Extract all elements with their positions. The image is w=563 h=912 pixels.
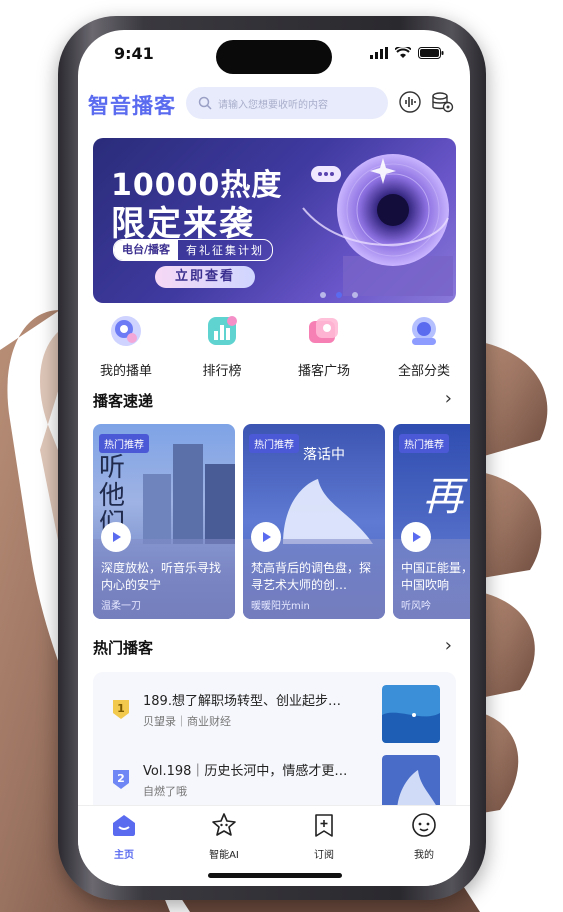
cellular-signal-icon (370, 47, 388, 59)
card-title: 中国正能量，新时代的中国吹响 (401, 561, 470, 592)
hot-podcast-list: 1 189.想了解职场转型、创业起步… 贝望录｜商业财经 2 Vol.198｜历… (93, 672, 456, 822)
quick-link-ranking[interactable]: 排行榜 (182, 314, 262, 379)
play-icon (413, 532, 421, 542)
tab-home[interactable]: 主页 (94, 812, 154, 861)
ranking-icon (208, 316, 237, 345)
tab-label: 订阅 (314, 850, 334, 861)
dynamic-island (216, 40, 332, 74)
storage-settings-icon[interactable] (430, 90, 454, 114)
rank-badge-silver: 2 (113, 770, 129, 789)
rank-number: 1 (117, 702, 125, 715)
quick-link-my-playlist[interactable]: 我的播单 (86, 314, 166, 379)
play-icon (113, 532, 121, 542)
podcast-subtitle: 贝望录｜商业财经 (143, 715, 231, 728)
wifi-icon (395, 47, 411, 58)
card-author: 听风吟 (401, 601, 431, 612)
banner-pagination (93, 292, 456, 298)
quick-link-label: 我的播单 (99, 364, 152, 379)
play-button[interactable] (251, 522, 281, 552)
chevron-right-icon[interactable]: › (445, 388, 452, 409)
rank-badge-gold: 1 (113, 700, 129, 719)
quick-link-label: 全部分类 (397, 364, 450, 379)
banner-tag: 电台/播客 有礼征集计划 (113, 239, 274, 261)
playlist-icon (111, 316, 141, 346)
card-cover-text: 再 (423, 474, 463, 520)
banner-view-button[interactable]: 立即查看 (155, 266, 255, 288)
quick-link-podcast-plaza[interactable]: 播客广场 (284, 314, 364, 379)
ai-star-icon (212, 813, 236, 836)
app-logo: 智音播客 (88, 94, 176, 118)
quick-link-all-categories[interactable]: 全部分类 (384, 314, 464, 379)
express-card[interactable]: 再 热门推荐 中国正能量，新时代的中国吹响 听风吟 (393, 424, 470, 619)
tab-subscribe[interactable]: 订阅 (294, 812, 354, 861)
podcast-subtitle: 自燃了哦 (143, 785, 187, 798)
search-placeholder: 请输入您想要收听的内容 (218, 99, 328, 111)
pagination-dot-active[interactable] (335, 292, 342, 298)
card-title: 梵高背后的调色盘，探寻艺术大师的创… (251, 561, 372, 592)
tab-ai[interactable]: 智能AI (194, 812, 254, 861)
tab-label: 智能AI (209, 850, 239, 861)
home-indicator (208, 873, 342, 878)
app-screen: 9:41 智音播客 请输入您想要收听的内容 10000热度 限定来袭 电台/播客… (78, 30, 470, 886)
profile-icon (412, 813, 436, 837)
card-tag: 热门推荐 (99, 434, 149, 453)
card-author: 暖暖阳光min (251, 601, 310, 612)
pagination-dot[interactable] (351, 292, 358, 298)
express-card[interactable]: 落话中 热门推荐 梵高背后的调色盘，探寻艺术大师的创… 暖暖阳光min (243, 424, 385, 619)
status-icons (370, 47, 444, 59)
banner-tag-right: 有礼征集计划 (186, 244, 265, 257)
voice-waveform-icon[interactable] (398, 90, 422, 114)
card-cover-text: 落话中 (303, 447, 345, 463)
tab-profile[interactable]: 我的 (394, 812, 454, 861)
app-header: 智音播客 请输入您想要收听的内容 (78, 84, 470, 126)
banner-title-line2: 限定来袭 (111, 204, 255, 244)
card-tag: 热门推荐 (249, 434, 299, 453)
play-button[interactable] (101, 522, 131, 552)
express-card[interactable]: 听他们 热门推荐 深度放松，听音乐寻找内心的安宁 温柔一刀 (93, 424, 235, 619)
card-tag: 热门推荐 (399, 434, 449, 453)
search-bar[interactable]: 请输入您想要收听的内容 (186, 87, 388, 119)
banner-disc-illustration (302, 154, 453, 296)
battery-icon (418, 47, 444, 59)
card-author: 温柔一刀 (101, 601, 141, 612)
play-icon (263, 532, 271, 542)
section-title-hot: 热门播客 (93, 639, 154, 657)
podcast-cover-thumbnail (382, 685, 440, 743)
home-icon (113, 815, 135, 836)
bottom-tab-bar: 主页 智能AI 订阅 我的 (78, 805, 470, 886)
quick-link-label: 播客广场 (297, 364, 350, 379)
hot-podcast-row[interactable]: 1 189.想了解职场转型、创业起步… 贝望录｜商业财经 (93, 680, 456, 750)
play-button[interactable] (401, 522, 431, 552)
card-title: 深度放松，听音乐寻找内心的安宁 (101, 561, 222, 592)
tab-label: 主页 (114, 850, 134, 861)
quick-link-label: 排行榜 (202, 364, 242, 379)
tab-label: 我的 (414, 850, 434, 861)
search-icon (198, 96, 212, 110)
podcast-title: 189.想了解职场转型、创业起步… (143, 694, 341, 709)
all-categories-icon (412, 317, 436, 345)
express-card-list: 听他们 热门推荐 深度放松，听音乐寻找内心的安宁 温柔一刀 落话中 热门推荐 梵… (93, 424, 470, 620)
banner-tag-left: 电台/播客 (114, 240, 179, 260)
status-time: 9:41 (114, 44, 154, 63)
rank-number: 2 (117, 772, 125, 785)
chevron-right-icon[interactable]: › (445, 635, 452, 656)
section-title-express: 播客速递 (93, 392, 154, 410)
pagination-dot[interactable] (319, 292, 326, 298)
podcast-plaza-icon (309, 318, 338, 343)
podcast-title: Vol.198｜历史长河中，情感才更… (143, 764, 348, 779)
promo-banner[interactable]: 10000热度 限定来袭 电台/播客 有礼征集计划 立即查看 (93, 138, 456, 303)
subscribe-icon (315, 814, 333, 837)
quick-links: 我的播单 排行榜 播客广场 全部分类 (78, 314, 470, 380)
